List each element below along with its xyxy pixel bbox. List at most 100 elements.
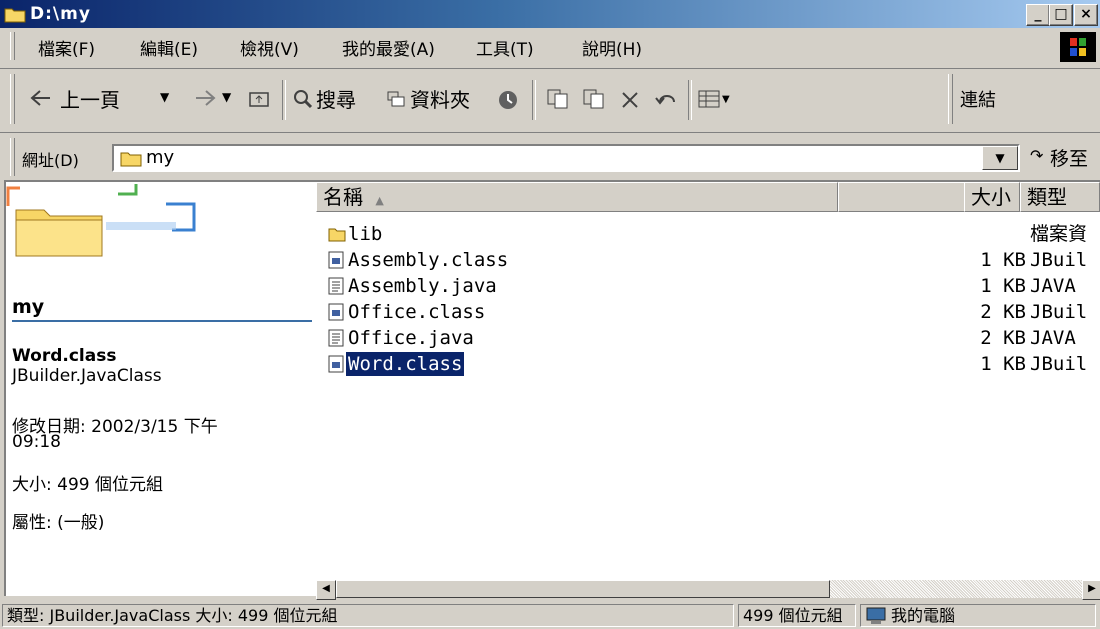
close-button[interactable]: × xyxy=(1074,4,1098,26)
copy-to-button[interactable] xyxy=(580,84,610,116)
folders-icon xyxy=(387,91,405,107)
folder-icon xyxy=(4,8,26,23)
scroll-right-button[interactable]: ▶ xyxy=(1082,580,1100,600)
undo-icon xyxy=(655,95,675,105)
my-computer-icon xyxy=(866,607,886,624)
file-row[interactable]: Assembly.class 1 KB JBuil xyxy=(316,248,1100,274)
menu-tools[interactable]: 工具(T) xyxy=(476,35,534,60)
windows-logo-icon xyxy=(1060,32,1096,62)
search-button[interactable]: 搜尋 xyxy=(290,82,368,118)
views-button[interactable]: ▼ xyxy=(696,84,736,116)
modified-time: 09:18 xyxy=(12,432,61,452)
views-icon xyxy=(698,90,720,108)
address-dropdown-button[interactable]: ▼ xyxy=(982,146,1018,170)
toolbar-grip[interactable] xyxy=(10,74,15,124)
address-field[interactable]: my xyxy=(112,144,1020,172)
delete-button[interactable] xyxy=(616,84,646,116)
file-row[interactable]: Assembly.java 1 KB JAVA xyxy=(316,274,1100,300)
file-row[interactable]: Office.class 2 KB JBuil xyxy=(316,300,1100,326)
file-size: 1 KB xyxy=(980,353,1026,375)
status-zone: 我的電腦 xyxy=(860,604,1096,627)
links-grip[interactable] xyxy=(948,74,953,124)
file-type: JBuil xyxy=(1030,301,1088,323)
scroll-left-button[interactable]: ◀ xyxy=(316,580,336,600)
copy-to-icon xyxy=(583,89,604,109)
file-row[interactable]: Word.class 1 KB JBuil xyxy=(316,351,1100,378)
delete-icon xyxy=(622,92,638,108)
forward-dropdown-icon[interactable]: ▼ xyxy=(222,90,231,104)
column-header-name[interactable]: 名稱 ▲ xyxy=(316,182,838,212)
toolbar-separator xyxy=(282,80,286,120)
folder-icon xyxy=(328,225,346,247)
go-label: 移至 xyxy=(1050,148,1089,170)
menu-favorites[interactable]: 我的最愛(A) xyxy=(342,35,435,60)
file-name: Office.java xyxy=(348,327,474,349)
file-type: JBuil xyxy=(1030,249,1088,271)
file-row[interactable]: lib 檔案資 xyxy=(316,222,1100,248)
file-list[interactable]: 名稱 ▲ 大小 類型 lib 檔案資 Assembly.class 1 KB JBuil… xyxy=(316,180,1100,596)
folder-banner-icon xyxy=(6,184,196,257)
selected-file-type: JBuilder.JavaClass xyxy=(12,366,162,386)
status-bar: 類型: JBuilder.JavaClass 大小: 499 個位元組 499 … xyxy=(0,600,1100,629)
column-type-label: 類型 xyxy=(1027,185,1067,209)
text-file-icon xyxy=(328,329,344,352)
class-file-icon xyxy=(328,251,344,274)
undo-button[interactable] xyxy=(652,84,682,116)
folder-icon xyxy=(120,152,142,167)
folders-button[interactable]: 資料夾 xyxy=(384,82,488,118)
maximize-button[interactable]: □ xyxy=(1049,4,1073,26)
forward-button[interactable]: ▼ xyxy=(190,82,240,118)
toolbar: 上一頁 ▼ ▼ 搜尋 資料夾 ▼ 連結 xyxy=(0,70,1100,132)
back-arrow-icon xyxy=(30,90,50,106)
back-button[interactable]: 上一頁 ▼ xyxy=(26,82,182,118)
back-dropdown-icon[interactable]: ▼ xyxy=(160,90,169,104)
menu-grip[interactable] xyxy=(10,32,15,60)
file-size: 2 KB xyxy=(980,327,1026,349)
menu-edit[interactable]: 編輯(E) xyxy=(140,35,198,60)
status-size: 499 個位元組 xyxy=(738,604,856,627)
column-size-label: 大小 xyxy=(971,185,1011,209)
file-name: Assembly.java xyxy=(348,275,497,297)
file-size: 1 KB xyxy=(980,275,1026,297)
file-attributes: 屬性: (一般) xyxy=(12,513,105,533)
column-header-type[interactable]: 類型 xyxy=(1020,182,1100,212)
class-file-icon xyxy=(328,303,344,326)
up-folder-button[interactable] xyxy=(246,82,272,118)
address-label: 網址(D) xyxy=(22,151,79,170)
class-file-icon xyxy=(328,355,344,378)
file-name: Assembly.class xyxy=(348,249,509,271)
file-type: JAVA xyxy=(1030,327,1076,349)
toolbar-separator xyxy=(532,80,536,120)
file-size: 1 KB xyxy=(980,249,1026,271)
menu-bar: 檔案(F) 編輯(E) 檢視(V) 我的最愛(A) 工具(T) 說明(H) xyxy=(0,28,1100,68)
menu-view[interactable]: 檢視(V) xyxy=(240,35,299,60)
status-zone-label: 我的電腦 xyxy=(891,606,956,625)
links-label[interactable]: 連結 xyxy=(960,86,996,112)
status-description: 類型: JBuilder.JavaClass 大小: 499 個位元組 xyxy=(2,604,734,627)
views-dropdown-icon[interactable]: ▼ xyxy=(722,94,730,105)
file-size: 2 KB xyxy=(980,301,1026,323)
search-icon xyxy=(294,90,313,109)
selected-file-name: Word.class xyxy=(12,346,117,366)
menu-file[interactable]: 檔案(F) xyxy=(38,35,95,60)
column-header-size[interactable]: 大小 xyxy=(964,182,1020,212)
address-grip[interactable] xyxy=(10,138,15,176)
move-to-button[interactable] xyxy=(544,84,574,116)
file-row[interactable]: Office.java 2 KB JAVA xyxy=(316,326,1100,352)
window-title: D:\my xyxy=(30,4,91,24)
history-button[interactable] xyxy=(494,84,524,116)
details-pane: my Word.class JBuilder.JavaClass 修改日期: 2… xyxy=(4,180,316,596)
menu-help[interactable]: 說明(H) xyxy=(582,35,642,60)
go-button[interactable]: ↷ 移至 xyxy=(1028,144,1100,172)
address-value: my xyxy=(146,147,175,168)
back-label: 上一頁 xyxy=(60,88,120,112)
file-name: lib xyxy=(348,223,383,245)
column-name-label: 名稱 xyxy=(323,185,363,209)
minimize-button[interactable]: _ xyxy=(1026,4,1050,26)
file-name: Office.class xyxy=(348,301,486,323)
up-folder-icon xyxy=(249,92,269,107)
scroll-thumb[interactable] xyxy=(336,580,830,598)
title-bar[interactable]: D:\my _ □ × xyxy=(0,0,1100,28)
search-label: 搜尋 xyxy=(316,88,356,112)
horizontal-scrollbar[interactable]: ◀ ▶ xyxy=(316,580,1100,600)
